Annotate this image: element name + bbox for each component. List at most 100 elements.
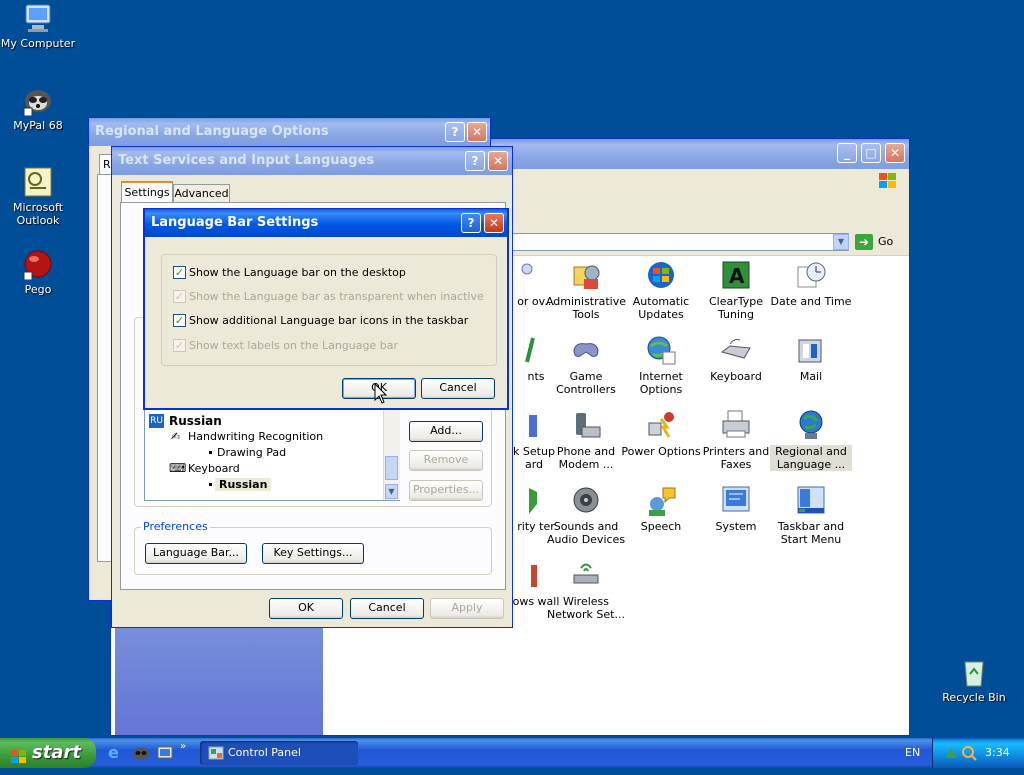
desktop-icon-pego[interactable]: Pego (0, 248, 76, 296)
regional-globe-icon (795, 409, 827, 441)
cp-item-game-controllers[interactable]: Game Controllers (545, 334, 627, 396)
search-tray-icon[interactable] (961, 745, 977, 761)
keyboard-icon: ⌨ (169, 461, 187, 475)
clock[interactable]: 3:34 (985, 746, 1010, 759)
desktop-icon-my-computer[interactable]: My Computer (0, 2, 76, 50)
ok-button[interactable]: OK (269, 598, 343, 619)
cp-item-taskbar-start-menu[interactable]: Taskbar and Start Menu (770, 484, 852, 546)
mouse-pointer-icon (374, 382, 388, 405)
clock-calendar-icon (795, 259, 827, 291)
option-checkbox[interactable]: ✓ (173, 339, 186, 352)
desktop-icon-label: My Computer (0, 37, 76, 50)
outlook-icon (22, 166, 54, 198)
maximize-button[interactable]: □ (861, 143, 881, 163)
option-checkbox[interactable]: ✓ (173, 290, 186, 303)
tree-handwriting[interactable]: Handwriting Recognition (188, 430, 323, 443)
tab-settings[interactable]: Settings (121, 181, 173, 203)
network-tray-icon[interactable] (943, 745, 959, 761)
scroll-down-button[interactable]: ▼ (385, 484, 398, 499)
cp-item-label: System (715, 520, 757, 533)
tree-drawing-pad[interactable]: Drawing Pad (207, 446, 286, 459)
start-button[interactable]: start (0, 738, 96, 768)
cp-item-mail[interactable]: Mail (770, 334, 852, 383)
go-arrow-icon[interactable]: ➜ (855, 234, 873, 250)
cp-item-system[interactable]: System (695, 484, 777, 533)
taskbar-button-control-panel[interactable]: Control Panel (200, 741, 358, 765)
close-button[interactable]: ✕ (484, 213, 504, 233)
tree-language[interactable]: Russian (169, 414, 222, 428)
cp-item-phone-modem[interactable]: Phone and Modem ... (545, 409, 627, 471)
close-button[interactable]: ✕ (467, 122, 487, 142)
language-indicator[interactable]: EN (905, 746, 920, 759)
installed-services-list[interactable]: RU Russian ✍ Handwriting Recognition Dra… (144, 409, 400, 501)
text-services-titlebar: Text Services and Input Languages ? ✕ (112, 147, 512, 175)
desktop-icon-label: MyPal 68 (13, 119, 63, 132)
close-button[interactable]: ✕ (488, 151, 508, 171)
list-scrollbar[interactable]: ▼ (383, 410, 400, 500)
option-label[interactable]: Show additional Language bar icons in th… (189, 314, 468, 327)
properties-button[interactable]: Properties... (409, 480, 483, 501)
cancel-button[interactable]: Cancel (350, 598, 424, 619)
scroll-thumb[interactable] (385, 456, 398, 480)
cp-item-regional-language[interactable]: Regional and Language ... (770, 409, 852, 471)
regional-titlebar: Regional and Language Options ? ✕ (89, 118, 490, 146)
go-label[interactable]: Go (878, 235, 893, 248)
option-label[interactable]: Show the Language bar on the desktop (189, 266, 406, 279)
tree-keyboard[interactable]: Keyboard (188, 462, 240, 475)
svg-text:A: A (729, 264, 745, 288)
cp-item-speech[interactable]: Speech (620, 484, 702, 533)
wireless-icon (570, 559, 602, 591)
language-bar-button[interactable]: Language Bar... (145, 543, 247, 564)
desktop-icon-mypal[interactable]: MyPal 68 (0, 84, 76, 132)
help-button[interactable]: ? (465, 151, 485, 171)
gamepad-icon (570, 334, 602, 366)
cp-item-sounds-audio[interactable]: Sounds and Audio Devices (545, 484, 627, 546)
system-icon (720, 484, 752, 516)
preferences-legend: Preferences (141, 520, 210, 533)
cp-item-internet-options[interactable]: Internet Options (620, 334, 702, 396)
remove-button[interactable]: Remove (409, 450, 483, 471)
cleartype-icon: A (720, 259, 752, 291)
cancel-button[interactable]: Cancel (421, 378, 495, 399)
quick-launch-chevron-icon[interactable]: » (180, 741, 186, 752)
close-button[interactable]: ✕ (885, 143, 905, 163)
speech-icon (645, 484, 677, 516)
keyboard-icon (720, 334, 752, 366)
option-checkbox[interactable]: ✓ (173, 314, 186, 327)
cp-item-date-time[interactable]: Date and Time (770, 259, 852, 308)
desktop-icon-label: Pego (24, 283, 52, 296)
taskbar: start e » Control Panel EN 3:34 (0, 738, 1024, 768)
cp-item-automatic-updates[interactable]: Automatic Updates (620, 259, 702, 321)
option-checkbox[interactable]: ✓ (173, 266, 186, 279)
option-label[interactable]: Show the Language bar as transparent whe… (189, 290, 484, 303)
cp-item-label: Administrative Tools (545, 295, 627, 321)
help-button[interactable]: ? (461, 213, 481, 233)
cp-item-wireless-network[interactable]: Wireless Network Set... (545, 559, 627, 621)
add-button[interactable]: Add... (409, 421, 483, 442)
quick-launch-mypal-icon[interactable] (132, 744, 150, 762)
tree-keyboard-layout[interactable]: Russian (215, 478, 272, 491)
option-label[interactable]: Show text labels on the Language bar (189, 339, 398, 352)
cp-item-printers-faxes[interactable]: Printers and Faxes (695, 409, 777, 471)
apply-button[interactable]: Apply (430, 598, 504, 619)
cp-item-cleartype-tuning[interactable]: A ClearType Tuning (695, 259, 777, 321)
cp-item-administrative-tools[interactable]: Administrative Tools (545, 259, 627, 321)
minimize-button[interactable]: _ (837, 143, 857, 163)
windows-flag-icon (10, 745, 28, 763)
desktop-icon-label: Microsoft Outlook (12, 201, 64, 227)
desktop-icon-outlook[interactable]: Microsoft Outlook (0, 166, 76, 227)
address-dropdown-button[interactable]: ▼ (833, 234, 849, 250)
quick-launch-ie-icon[interactable]: e (108, 744, 126, 762)
cp-item-power-options[interactable]: Power Options (620, 409, 702, 458)
key-settings-button[interactable]: Key Settings... (262, 543, 364, 564)
window-title: Text Services and Input Languages (118, 153, 375, 168)
quick-launch-desktop-icon[interactable] (156, 744, 174, 762)
desktop-icon-recycle-bin[interactable]: Recycle Bin (936, 656, 1012, 704)
cp-item-keyboard[interactable]: Keyboard (695, 334, 777, 383)
control-panel-icon (208, 745, 224, 761)
cp-item-label: ClearType Tuning (708, 295, 764, 321)
help-button[interactable]: ? (445, 122, 465, 142)
tab-advanced[interactable]: Advanced (173, 184, 230, 203)
printer-icon (720, 409, 752, 441)
start-label: start (32, 742, 81, 763)
